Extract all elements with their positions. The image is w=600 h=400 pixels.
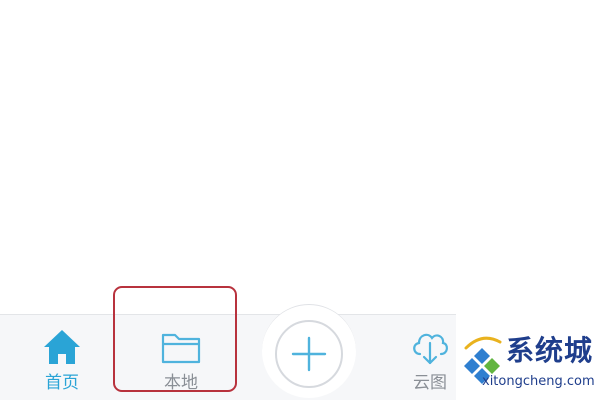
tab-cloud-label: 云图 — [413, 373, 447, 393]
tab-local-label: 本地 — [164, 373, 198, 393]
add-button[interactable] — [275, 320, 343, 388]
watermark-brand: 系统城 — [506, 334, 594, 367]
tab-home[interactable]: 首页 — [22, 315, 102, 400]
watermark-domain: xitongcheng.com — [482, 374, 595, 389]
tab-local[interactable]: 本地 — [126, 315, 236, 400]
plus-icon — [289, 334, 329, 374]
app-screen: 首页 本地 云图 系统城 xitongcheng.com — [0, 0, 600, 400]
watermark: 系统城 xitongcheng.com — [456, 314, 600, 400]
tab-home-label: 首页 — [45, 373, 79, 393]
content-area — [0, 0, 600, 314]
home-icon — [40, 327, 84, 367]
folder-icon — [159, 327, 203, 367]
cloud-download-icon — [408, 327, 452, 367]
